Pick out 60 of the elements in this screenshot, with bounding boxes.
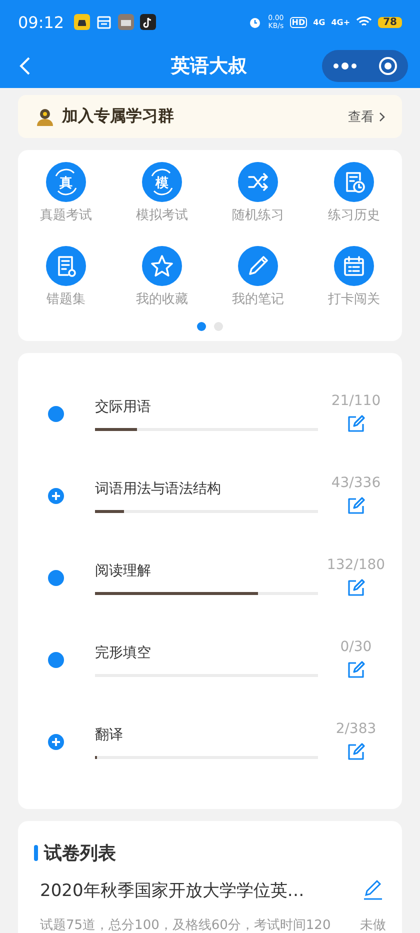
signal-label: 4G+ xyxy=(331,18,350,26)
alarm-icon xyxy=(248,15,262,29)
topic-title: 词语用法与语法结构 xyxy=(95,480,222,498)
dot-icon xyxy=(47,651,65,669)
document-clock-icon xyxy=(334,162,374,202)
progress-count: 132/180 xyxy=(326,557,386,573)
topic-title: 交际用语 xyxy=(95,398,152,416)
shortcut-button[interactable]: 练习历史 xyxy=(306,162,402,224)
topic-title: 翻译 xyxy=(95,726,124,744)
paper-description: 试题75道，总分100，及格线60分，考试时间120 xyxy=(40,917,332,933)
document-list-icon xyxy=(46,246,86,286)
shortcut-button[interactable]: 错题集 xyxy=(18,246,114,308)
progress-count: 0/30 xyxy=(340,639,372,655)
expand-icon[interactable] xyxy=(47,733,65,751)
shortcut-button[interactable]: 我的收藏 xyxy=(114,246,210,308)
shortcut-button[interactable]: 模 模拟考试 xyxy=(114,162,210,224)
edit-icon[interactable] xyxy=(345,741,367,763)
wifi-icon xyxy=(356,16,372,28)
exam-glyph-icon: 模 xyxy=(142,162,182,202)
expand-icon[interactable] xyxy=(47,487,65,505)
edit-icon[interactable] xyxy=(345,495,367,517)
dot-icon xyxy=(47,405,65,423)
more-icon[interactable] xyxy=(332,62,358,70)
app-icon xyxy=(118,14,134,30)
hd-badge: HD xyxy=(290,16,308,28)
battery-level: 78 xyxy=(378,16,402,28)
page-dot[interactable] xyxy=(197,322,206,331)
shortcut-button[interactable]: 随机练习 xyxy=(210,162,306,224)
view-link[interactable]: 查看 xyxy=(348,108,386,126)
section-heading: 试卷列表 xyxy=(44,842,116,865)
shortcut-button[interactable]: 真 真题考试 xyxy=(18,162,114,224)
progress-count: 2/383 xyxy=(336,721,376,737)
paper-status: 未做 xyxy=(360,917,386,933)
edit-icon[interactable] xyxy=(345,577,367,599)
status-time: 09:12 xyxy=(18,12,64,32)
exam-glyph-icon: 真 xyxy=(46,162,86,202)
topic-title: 阅读理解 xyxy=(95,562,152,580)
chevron-icon xyxy=(378,110,386,122)
page-title: 英语大叔 xyxy=(170,54,248,79)
car-icon xyxy=(74,14,90,30)
paper-title[interactable]: 2020年秋季国家开放大学学位英… xyxy=(40,879,350,902)
shortcut-button[interactable]: 打卡闯关 xyxy=(306,246,402,308)
edit-icon[interactable] xyxy=(345,659,367,681)
progress-count: 43/336 xyxy=(331,475,381,491)
music-note-icon xyxy=(140,14,156,30)
dot-icon xyxy=(47,569,65,587)
edit-icon[interactable] xyxy=(345,413,367,435)
pencil-icon[interactable] xyxy=(362,879,384,901)
heading-bar xyxy=(34,845,38,861)
calendar-icon xyxy=(96,14,112,30)
pencil-icon xyxy=(238,246,278,286)
banner-text: 加入专属学习群 xyxy=(62,106,175,127)
progress-count: 21/110 xyxy=(331,393,381,409)
signal-label: 4G xyxy=(313,18,326,26)
topic-title: 完形填空 xyxy=(95,644,152,662)
calendar-icon xyxy=(334,246,374,286)
capsule-menu[interactable] xyxy=(322,50,408,82)
page-dot[interactable] xyxy=(214,322,223,331)
shortcut-button[interactable]: 我的笔记 xyxy=(210,246,306,308)
shuffle-icon xyxy=(238,162,278,202)
